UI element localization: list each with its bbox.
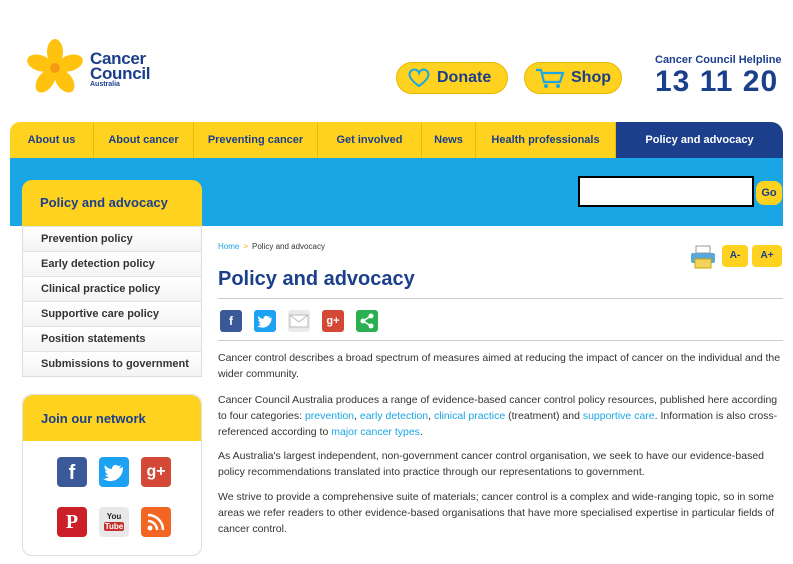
nav-about-us[interactable]: About us xyxy=(10,122,94,158)
share-twitter-icon[interactable] xyxy=(254,310,276,332)
sidebar-menu: Prevention policy Early detection policy… xyxy=(22,226,202,377)
materials-paragraph: We strive to provide a comprehensive sui… xyxy=(218,491,775,535)
page: Cancer Council Australia Donate Shop Can… xyxy=(0,0,793,564)
categories-paragraph: Cancer Council Australia produces a rang… xyxy=(218,392,783,440)
main-nav: About us About cancer Preventing cancer … xyxy=(10,122,783,158)
intro-paragraph: Cancer control describes a broad spectru… xyxy=(218,352,781,380)
google-plus-icon[interactable]: g+ xyxy=(141,457,171,487)
link-supportive-care[interactable]: supportive care xyxy=(583,410,655,422)
breadcrumb-current: Policy and advocacy xyxy=(252,242,325,251)
link-prevention[interactable]: prevention xyxy=(305,410,354,422)
daffodil-icon xyxy=(27,39,83,93)
join-network-box: Join our network f g+ P You Tube xyxy=(22,394,202,556)
link-clinical-practice[interactable]: clinical practice xyxy=(434,410,505,422)
nav-about-cancer[interactable]: About cancer xyxy=(94,122,194,158)
cancer-council-logo[interactable]: Cancer Council Australia xyxy=(22,38,162,100)
share-google-plus-icon[interactable]: g+ xyxy=(322,310,344,332)
nav-preventing-cancer[interactable]: Preventing cancer xyxy=(194,122,318,158)
logo-wordmark: Cancer Council Australia xyxy=(90,50,151,89)
breadcrumb: Home > Policy and advocacy xyxy=(218,242,325,251)
shopping-cart-icon xyxy=(535,67,565,89)
heart-icon xyxy=(407,68,431,88)
donate-label: Donate xyxy=(437,69,492,86)
nav-policy-and-advocacy[interactable]: Policy and advocacy xyxy=(616,122,783,158)
share-icon[interactable] xyxy=(356,310,378,332)
helpline-number: 13 11 20 xyxy=(655,65,779,98)
pinterest-icon[interactable]: P xyxy=(57,507,87,537)
twitter-icon[interactable] xyxy=(99,457,129,487)
breadcrumb-home-link[interactable]: Home xyxy=(218,242,239,251)
sidebar-item-submissions-to-government[interactable]: Submissions to government xyxy=(23,351,201,376)
sidebar-title[interactable]: Policy and advocacy xyxy=(22,180,202,226)
sidebar-item-clinical-practice-policy[interactable]: Clinical practice policy xyxy=(23,276,201,301)
sidebar-item-early-detection-policy[interactable]: Early detection policy xyxy=(23,251,201,276)
share-facebook-icon[interactable]: f xyxy=(220,310,242,332)
youtube-icon[interactable]: You Tube xyxy=(99,507,129,537)
link-early-detection[interactable]: early detection xyxy=(360,410,428,422)
share-email-icon[interactable] xyxy=(288,310,310,332)
font-larger-button[interactable]: A+ xyxy=(752,245,782,267)
categories-text: (treatment) and xyxy=(505,410,583,422)
shop-button[interactable]: Shop xyxy=(524,62,622,94)
nav-get-involved[interactable]: Get involved xyxy=(318,122,422,158)
search-input[interactable] xyxy=(578,176,754,207)
helpline[interactable]: Cancer Council Helpline 13 11 20 xyxy=(655,54,782,98)
sidebar-item-position-statements[interactable]: Position statements xyxy=(23,326,201,351)
categories-text: . xyxy=(419,426,423,438)
share-divider xyxy=(218,340,783,341)
search-go-button[interactable]: Go xyxy=(756,181,782,205)
donate-button[interactable]: Donate xyxy=(396,62,508,94)
link-major-cancer-types[interactable]: major cancer types xyxy=(331,426,420,438)
organisation-paragraph: As Australia's largest independent, non-… xyxy=(218,450,764,478)
shop-label: Shop xyxy=(571,69,611,86)
print-icon[interactable] xyxy=(690,245,716,274)
breadcrumb-separator: > xyxy=(243,242,249,251)
rss-icon[interactable] xyxy=(141,507,171,537)
title-divider xyxy=(218,298,783,299)
sidebar-item-prevention-policy[interactable]: Prevention policy xyxy=(23,226,201,251)
page-title: Policy and advocacy xyxy=(218,268,415,290)
font-smaller-button[interactable]: A- xyxy=(722,245,748,267)
facebook-icon[interactable]: f xyxy=(57,457,87,487)
logo-line-2: Council xyxy=(90,64,151,83)
nav-health-professionals[interactable]: Health professionals xyxy=(476,122,616,158)
nav-news[interactable]: News xyxy=(422,122,476,158)
join-network-title: Join our network xyxy=(23,395,201,441)
sidebar-item-supportive-care-policy[interactable]: Supportive care policy xyxy=(23,301,201,326)
